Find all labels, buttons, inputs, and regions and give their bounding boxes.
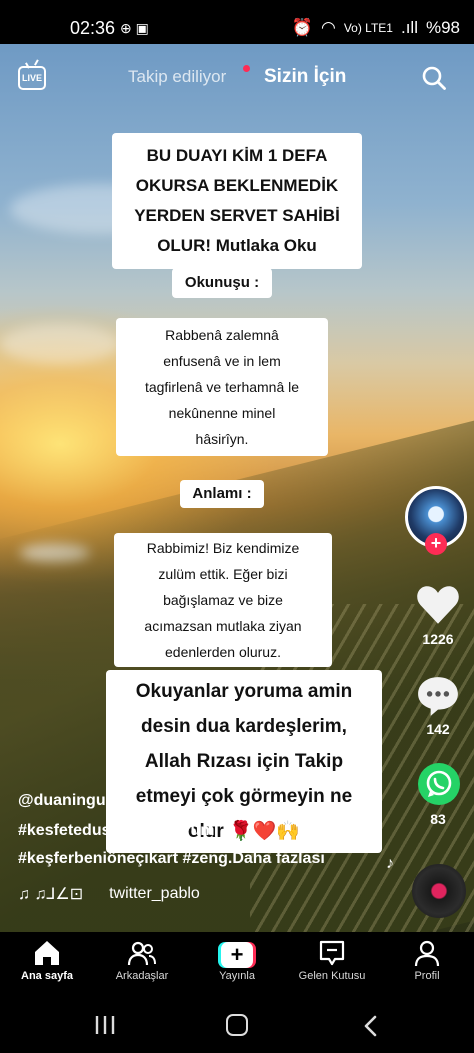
caption-line: zulüm ettik. Eğer bizi — [158, 566, 288, 582]
caption-title: BU DUAYI KİM 1 DEFA OKURSA BEKLENMEDİK Y… — [112, 133, 362, 269]
search-icon[interactable] — [422, 66, 446, 90]
caption-line: enfusenâ ve in lem — [163, 353, 281, 369]
wifi-icon: ◠ — [320, 18, 336, 37]
caption-line: hâsirîyn. — [195, 431, 249, 447]
notification-icons: ⊕ ▣ — [120, 20, 149, 36]
whatsapp-share-button[interactable] — [418, 763, 460, 805]
nav-friends[interactable]: Arkadaşlar — [95, 938, 189, 982]
battery-level: %98 — [425, 18, 460, 37]
tab-following[interactable]: Takip ediliyor — [128, 67, 226, 87]
status-right: ⏰ ◠ Vo) LTE1 .ıll %98 — [292, 18, 460, 38]
music-note-icon: ♪ — [386, 855, 394, 872]
caption-meaning-label: Anlamı : — [180, 480, 264, 508]
heart-icon[interactable] — [416, 585, 460, 625]
like-count: 1226 — [422, 631, 454, 647]
hashtags-line-2: #keşferbeniöneçıkart #zeng.Daha fazlası — [18, 850, 325, 868]
home-icon — [35, 941, 59, 965]
caption-line: OLUR! Mutlaka Oku — [157, 236, 317, 255]
nav-home[interactable]: Ana sayfa — [0, 938, 94, 982]
more-link[interactable]: Daha fazlası — [232, 850, 324, 867]
signal-icon: .ıll — [400, 18, 418, 37]
caption-line: tagfirlenâ ve terhamnâ le — [144, 379, 300, 395]
follow-button[interactable]: + — [425, 533, 447, 555]
music-disc[interactable] — [412, 864, 466, 918]
new-content-dot — [243, 65, 250, 72]
caption-line: desin dua kardeşlerim, — [141, 716, 347, 737]
whatsapp-icon — [426, 770, 452, 797]
music-info[interactable]: ♫ ♫⅃∠⊡ twitter_pablo — [18, 884, 200, 904]
share-count: 83 — [430, 811, 446, 827]
alarm-icon: ⏰ — [291, 18, 313, 37]
nav-create[interactable]: + Yayınla — [190, 938, 284, 982]
system-nav-bar — [0, 998, 474, 1053]
nav-label: Yayınla — [219, 970, 255, 982]
back-icon[interactable] — [360, 1015, 382, 1037]
caption-reading: Rabbenâ zalemnâ enfusenâ ve in lem tagfi… — [116, 318, 328, 456]
plus-icon: + — [218, 942, 256, 968]
inbox-icon — [319, 940, 345, 966]
nav-label: Profil — [414, 970, 440, 982]
caption-line: BU DUAYI KİM 1 DEFA — [146, 146, 328, 165]
music-glyphs: ♫ ♫⅃∠⊡ — [18, 886, 84, 903]
profile-icon — [414, 940, 440, 967]
caption-line: YERDEN SERVET SAHİBİ — [134, 206, 340, 225]
caption-line: Allah Rızası için Takip — [144, 751, 344, 772]
create-button: + — [190, 938, 284, 968]
top-nav: LIVE Takip ediliyor Sizin İçin — [0, 58, 474, 102]
caption-line: OKURSA BEKLENMEDİK — [135, 176, 339, 195]
caption-line: Okunuşu : — [184, 274, 260, 291]
caption-line: etmeyi çok görmeyin ne — [135, 786, 353, 807]
home-button-icon[interactable] — [226, 1014, 248, 1036]
caption-reading-label: Okunuşu : — [172, 268, 272, 298]
nav-label: Gelen Kutusu — [298, 970, 366, 982]
hashtags[interactable]: #keşferbeniöneçıkart #zeng. — [18, 850, 232, 867]
tab-for-you[interactable]: Sizin İçin — [264, 66, 346, 88]
nav-label: Ana sayfa — [21, 970, 73, 982]
hashtags-line-1[interactable]: #kesfetedusmekistiyorum — [18, 822, 215, 840]
network-label: Vo) LTE1 — [343, 21, 393, 35]
caption-line: bağışlamaz ve bize — [163, 592, 283, 608]
status-time: 02:36 — [70, 18, 116, 38]
nav-inbox[interactable]: Gelen Kutusu — [285, 938, 379, 982]
caption-line: Rabbenâ zalemnâ — [165, 327, 279, 343]
music-author: twitter_pablo — [109, 885, 200, 902]
caption-line: Anlamı : — [192, 485, 252, 502]
comment-icon[interactable] — [416, 675, 460, 717]
comment-count: 142 — [426, 721, 450, 737]
caption-line: Rabbimiz! Biz kendimize — [146, 540, 300, 556]
live-icon[interactable]: LIVE — [18, 66, 46, 90]
nav-label: Arkadaşlar — [115, 970, 169, 982]
bottom-nav: Ana sayfa Arkadaşlar + Yayınla Gelen Kut… — [0, 932, 474, 998]
caption-line: nekûnenne minel — [168, 405, 276, 421]
recent-apps-icon[interactable] — [94, 1015, 116, 1035]
caption-line: acımazsan mutlaka ziyan — [144, 618, 302, 634]
username[interactable]: @duaningucu — [18, 792, 124, 810]
caption-line: Okuyanlar yoruma amin — [135, 681, 353, 702]
nav-profile[interactable]: Profil — [380, 938, 474, 982]
caption-line: edenlerden oluruz. — [165, 644, 281, 660]
caption-meaning: Rabbimiz! Biz kendimize zulüm ettik. Eğe… — [114, 533, 332, 667]
friends-icon — [127, 941, 156, 966]
